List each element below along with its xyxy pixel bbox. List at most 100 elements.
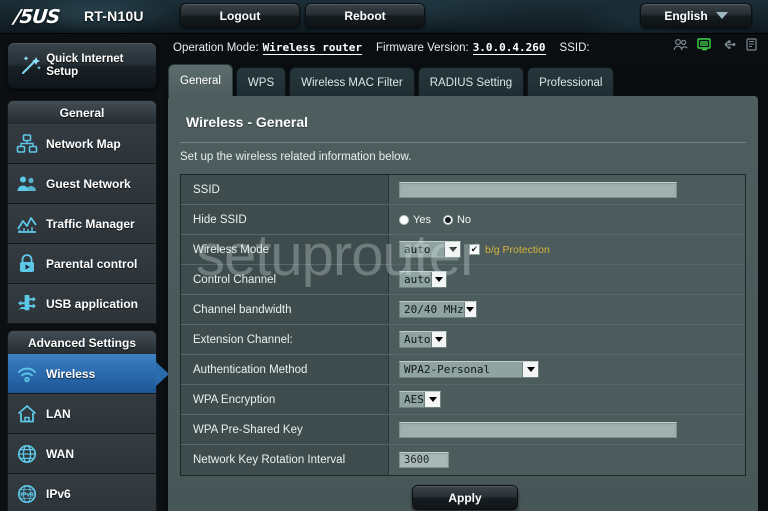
- key-rotation-input[interactable]: [399, 452, 449, 468]
- guest-network-icon: [8, 173, 46, 195]
- chevron-down-icon: [430, 332, 446, 347]
- wpa-encryption-value: AES: [404, 393, 424, 406]
- network-map-icon: [8, 133, 46, 155]
- title-divider: [180, 142, 746, 143]
- magic-wand-icon: [13, 53, 46, 79]
- hide-ssid-option-no[interactable]: No: [442, 213, 472, 226]
- control-channel-value: auto: [404, 273, 431, 286]
- svg-text:IPv6: IPv6: [20, 491, 34, 498]
- language-selector[interactable]: English: [640, 3, 752, 28]
- form-row-hide-ssid: Hide SSID Yes No: [181, 205, 745, 235]
- clients-icon[interactable]: [673, 38, 688, 56]
- wireless-mode-label: Wireless Mode: [181, 235, 389, 264]
- sidebar-section-general: General: [7, 100, 157, 124]
- form-row-wpa-encryption: WPA Encryption AES: [181, 385, 745, 415]
- tab-bar: General WPS Wireless MAC Filter RADIUS Sett…: [168, 64, 615, 97]
- form-row-control-channel: Control Channel auto: [181, 265, 745, 295]
- tab-wps[interactable]: WPS: [235, 67, 287, 97]
- radio-no-icon[interactable]: [442, 214, 453, 225]
- control-channel-select[interactable]: auto: [399, 271, 447, 288]
- chevron-down-icon: [463, 302, 476, 317]
- key-rotation-label: Network Key Rotation Interval: [181, 445, 389, 475]
- bg-protection-checkbox[interactable]: ✔: [469, 244, 480, 255]
- hide-ssid-option-yes[interactable]: Yes: [399, 214, 431, 226]
- sidebar-item-wireless[interactable]: Wireless: [7, 354, 169, 394]
- reboot-button-label: Reboot: [344, 8, 386, 23]
- quick-internet-setup-label: Quick Internet Setup: [46, 52, 124, 78]
- apply-button[interactable]: Apply: [412, 485, 518, 510]
- sidebar-item-guest-network[interactable]: Guest Network: [7, 164, 157, 204]
- radio-yes-icon[interactable]: [399, 214, 409, 225]
- apply-button-label: Apply: [448, 490, 482, 505]
- wpa-encryption-label: WPA Encryption: [181, 385, 389, 414]
- sidebar-advanced-menu: Wireless LAN WAN IPv6 IPv6: [7, 354, 169, 511]
- operation-mode-value[interactable]: Wireless router: [262, 41, 363, 55]
- router-admin-page: /5US RT-N10U Logout Reboot English Quick…: [0, 0, 768, 511]
- sidebar-item-label: LAN: [46, 406, 71, 421]
- wireless-icon: [8, 363, 46, 385]
- usb-icon[interactable]: [721, 38, 736, 56]
- channel-bandwidth-select[interactable]: 20/40 MHz: [399, 301, 477, 318]
- chevron-down-icon: [522, 362, 538, 377]
- logout-button[interactable]: Logout: [180, 3, 300, 28]
- control-channel-label: Control Channel: [181, 265, 389, 294]
- sidebar-item-traffic-manager[interactable]: Traffic Manager: [7, 204, 157, 244]
- printer-icon[interactable]: [745, 38, 758, 56]
- ssid-input[interactable]: [399, 181, 677, 198]
- parental-control-icon: [8, 253, 46, 275]
- form-row-extension-channel: Extension Channel: Auto: [181, 325, 745, 355]
- authentication-method-select[interactable]: WPA2-Personal: [399, 361, 539, 378]
- monitor-icon[interactable]: [697, 38, 712, 56]
- extension-channel-select[interactable]: Auto: [399, 331, 447, 348]
- tab-label: Wireless MAC Filter: [301, 76, 403, 89]
- form-row-channel-bandwidth: Channel bandwidth 20/40 MHz: [181, 295, 745, 325]
- quick-internet-setup-button[interactable]: Quick Internet Setup: [7, 42, 157, 89]
- tab-label: WPS: [247, 76, 275, 89]
- channel-bandwidth-label: Channel bandwidth: [181, 295, 389, 324]
- sidebar-item-lan[interactable]: LAN: [7, 394, 157, 434]
- bg-protection-label: b/g Protection: [485, 243, 550, 256]
- tab-label: RADIUS Setting: [429, 76, 513, 89]
- authentication-method-label: Authentication Method: [181, 355, 389, 384]
- tab-professional[interactable]: Professional: [527, 67, 615, 97]
- tab-general[interactable]: General: [168, 64, 233, 97]
- chevron-down-icon: [444, 242, 460, 257]
- form-row-wpa-psk: WPA Pre-Shared Key: [181, 415, 745, 445]
- wan-globe-icon: [8, 443, 46, 465]
- sidebar-item-ipv6[interactable]: IPv6 IPv6: [7, 474, 157, 511]
- tab-label: General: [180, 75, 221, 87]
- extension-channel-value: Auto: [404, 333, 431, 346]
- wpa-encryption-select[interactable]: AES: [399, 391, 441, 408]
- tab-radius-setting[interactable]: RADIUS Setting: [417, 67, 525, 97]
- sidebar-section-advanced: Advanced Settings: [7, 330, 157, 354]
- sidebar-item-label: Guest Network: [46, 176, 131, 191]
- firmware-version-label: Firmware Version:: [376, 42, 469, 54]
- sidebar-item-label: Traffic Manager: [46, 216, 135, 231]
- hide-ssid-radio-group: Yes No: [399, 214, 471, 226]
- sidebar-item-label: IPv6: [46, 486, 71, 501]
- radio-no-label: No: [456, 213, 472, 226]
- sidebar-item-label: Wireless: [46, 366, 96, 381]
- page-title: Wireless - General: [186, 114, 309, 130]
- sidebar-item-label: USB application: [46, 296, 139, 311]
- firmware-version-value[interactable]: 3.0.0.4.260: [472, 41, 546, 55]
- sidebar-item-network-map[interactable]: Network Map: [7, 124, 157, 164]
- extension-channel-label: Extension Channel:: [181, 325, 389, 354]
- sidebar-item-usb-application[interactable]: USB application: [7, 284, 157, 324]
- chevron-down-icon: [430, 272, 446, 287]
- lan-home-icon: [8, 403, 46, 425]
- sidebar-item-parental-control[interactable]: Parental control: [7, 244, 157, 284]
- reboot-button[interactable]: Reboot: [305, 3, 425, 28]
- usb-application-icon: [8, 293, 46, 315]
- sidebar-item-wan[interactable]: WAN: [7, 434, 157, 474]
- sidebar-item-label: WAN: [46, 446, 74, 461]
- bg-protection-checkbox-wrap[interactable]: ✔ b/g Protection: [469, 244, 550, 256]
- wireless-general-form: SSID Hide SSID Yes No Wireless Mode auto…: [180, 174, 746, 476]
- wireless-mode-select[interactable]: auto: [399, 241, 461, 258]
- hide-ssid-label: Hide SSID: [181, 205, 389, 234]
- wireless-mode-value: auto: [404, 243, 431, 256]
- wpa-psk-input[interactable]: [399, 421, 677, 438]
- tab-label: Professional: [539, 76, 603, 89]
- tab-wireless-mac-filter[interactable]: Wireless MAC Filter: [289, 67, 415, 97]
- ssid-label: SSID: [181, 175, 389, 204]
